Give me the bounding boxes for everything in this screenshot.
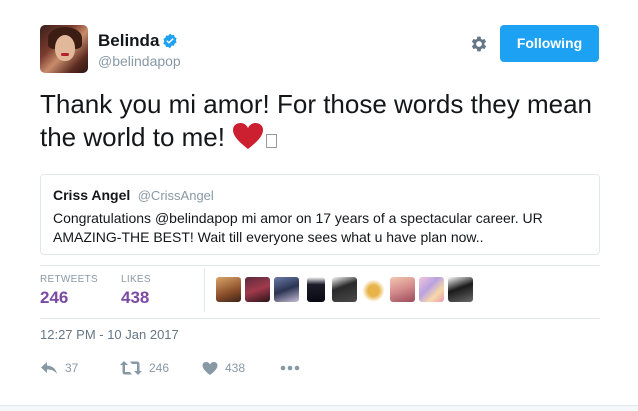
likes-label: LIKES — [121, 274, 151, 285]
retweets-stat[interactable]: RETWEETS 246 — [40, 274, 98, 308]
reply-action[interactable]: 37 — [40, 358, 78, 378]
liker-avatar[interactable] — [245, 277, 270, 302]
retweet-icon — [120, 361, 142, 375]
tweet-text-block: Thank you mi amor! For those words they … — [40, 88, 610, 154]
liker-avatar[interactable] — [332, 277, 357, 302]
quoted-tweet-text: Congratulations @belindapop mi amor on 1… — [53, 210, 543, 245]
author-names: Belinda @belindapop — [98, 31, 181, 69]
heart-icon — [202, 361, 218, 375]
liker-avatar[interactable] — [216, 277, 241, 302]
quoted-author-name: Criss Angel — [53, 187, 131, 203]
likes-value: 438 — [121, 288, 150, 307]
liker-avatar[interactable] — [361, 277, 386, 302]
reply-icon — [41, 362, 57, 374]
retweets-value: 246 — [40, 288, 69, 307]
quoted-author-handle: @CrissAngel — [137, 188, 214, 203]
gear-icon[interactable] — [469, 34, 489, 54]
liker-avatar[interactable] — [274, 277, 299, 302]
following-button[interactable]: Following — [500, 25, 599, 62]
tweet-actions: 37 246 438 — [40, 358, 340, 378]
more-action[interactable] — [280, 358, 300, 378]
author-display-name[interactable]: Belinda — [98, 31, 159, 51]
tweet-text: Thank you mi amor! For those words they … — [40, 89, 593, 152]
stats-bottom-divider — [40, 318, 600, 319]
like-action[interactable]: 438 — [202, 358, 245, 378]
retweet-action[interactable]: 246 — [120, 358, 169, 378]
retweet-count: 246 — [149, 361, 170, 375]
avatar[interactable] — [40, 25, 88, 73]
more-dots-icon — [280, 365, 300, 371]
reply-count: 37 — [65, 361, 79, 375]
liker-avatar[interactable] — [390, 277, 415, 302]
tweet-stats: RETWEETS 246 LIKES 438 — [40, 268, 600, 318]
likes-stat[interactable]: LIKES 438 — [121, 274, 151, 308]
red-heart-emoji-icon — [233, 123, 264, 149]
tweet-header: Belinda @belindapop Following — [40, 25, 600, 75]
verified-badge-icon — [163, 33, 178, 49]
bottom-edge — [0, 405, 638, 411]
liker-avatar[interactable] — [307, 277, 325, 302]
liker-avatar[interactable] — [448, 277, 473, 302]
tweet-timestamp[interactable]: 12:27 PM - 10 Jan 2017 — [40, 327, 179, 342]
retweets-label: RETWEETS — [40, 274, 98, 285]
stats-top-divider — [40, 265, 600, 266]
stats-separator — [204, 268, 205, 312]
quoted-tweet[interactable]: Criss Angel @CrissAngel Congratulations … — [40, 174, 600, 255]
missing-glyph-icon — [266, 134, 278, 148]
avatar-lips — [61, 53, 69, 56]
liker-avatar[interactable] — [419, 277, 444, 302]
avatar-face — [55, 35, 75, 61]
like-count: 438 — [225, 361, 246, 375]
author-handle[interactable]: @belindapop — [98, 53, 181, 69]
